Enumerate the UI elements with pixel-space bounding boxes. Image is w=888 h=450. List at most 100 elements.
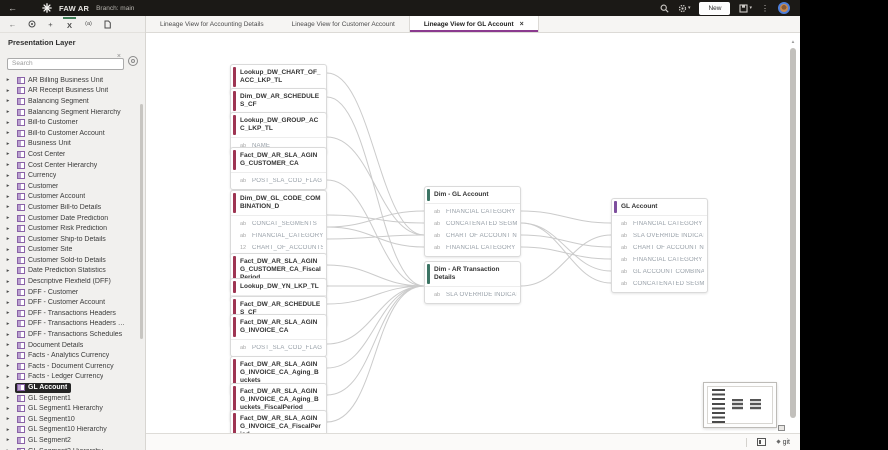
node-field[interactable]: ab FINANCIAL CATEGORY CODE xyxy=(425,242,520,254)
tree-item-pill[interactable]: GL Segment2 xyxy=(15,435,75,445)
tree-item[interactable]: ▸ Customer Risk Prediction xyxy=(4,223,145,234)
tree-item-pill[interactable]: GL Segment10 Hierarchy xyxy=(15,425,111,435)
expand-caret-icon[interactable]: ▸ xyxy=(4,279,12,285)
variables-icon[interactable]: (a) xyxy=(82,17,95,32)
add-icon[interactable]: + xyxy=(44,17,57,32)
expand-caret-icon[interactable]: ▸ xyxy=(4,427,12,433)
tree-item-pill[interactable]: GL Segment1 Hierarchy xyxy=(15,404,107,414)
expand-caret-icon[interactable]: ▸ xyxy=(4,98,12,104)
tree-item-pill[interactable]: Customer Risk Prediction xyxy=(15,224,111,234)
tree-item[interactable]: ▸ DFF - Transactions Schedules xyxy=(4,329,145,340)
tree-item[interactable]: ▸ GL Segment10 Hierarchy xyxy=(4,425,145,436)
tree-item-pill[interactable]: Customer xyxy=(15,181,62,191)
sidebar-scrollbar[interactable] xyxy=(140,104,143,339)
lineage-tab[interactable]: Lineage View for GL Account × xyxy=(408,16,539,32)
tree-item[interactable]: ▸ Date Prediction Statistics xyxy=(4,266,145,277)
tree-item[interactable]: ▸ Customer Ship-to Details xyxy=(4,234,145,245)
expand-caret-icon[interactable]: ▸ xyxy=(4,406,12,412)
tree-item-pill[interactable]: Customer Sold-to Details xyxy=(15,255,110,265)
expand-caret-icon[interactable]: ▸ xyxy=(4,173,12,179)
git-status[interactable]: ◆ git xyxy=(776,439,790,446)
expand-caret-icon[interactable]: ▸ xyxy=(4,363,12,369)
close-tab-icon[interactable]: × xyxy=(520,21,524,28)
tree-item[interactable]: ▸ Balancing Segment Hierarchy xyxy=(4,107,145,118)
tree-item-pill[interactable]: Facts - Analytics Currency xyxy=(15,351,113,361)
tree-item-pill[interactable]: AR Receipt Business Unit xyxy=(15,86,112,96)
tree-item[interactable]: ▸ GL Segment1 xyxy=(4,393,145,404)
node-field[interactable]: ab FINANCIAL CATEGORY CODE xyxy=(612,254,707,266)
tree-item[interactable]: ▸ DFF - Transactions Headers xyxy=(4,308,145,319)
tree-item[interactable]: ▸ Balancing Segment xyxy=(4,96,145,107)
tree-item-pill[interactable]: Descriptive Flexfield (DFF) xyxy=(15,277,115,287)
save-menu[interactable]: ▾ xyxy=(739,3,752,13)
expand-caret-icon[interactable]: ▸ xyxy=(4,247,12,253)
tree-item-pill[interactable]: Balancing Segment Hierarchy xyxy=(15,107,125,117)
expand-caret-icon[interactable]: ▸ xyxy=(4,226,12,232)
toggle-panel-icon[interactable] xyxy=(757,438,767,446)
tree-item[interactable]: ▸ GL Segment1 Hierarchy xyxy=(4,403,145,414)
expand-caret-icon[interactable]: ▸ xyxy=(4,162,12,168)
expand-caret-icon[interactable]: ▸ xyxy=(4,374,12,380)
expand-caret-icon[interactable]: ▸ xyxy=(4,289,12,295)
tree-item[interactable]: ▸ Business Unit xyxy=(4,139,145,150)
tree-item-pill[interactable]: GL Account xyxy=(15,382,72,393)
expand-caret-icon[interactable]: ▸ xyxy=(4,183,12,189)
tree-item-pill[interactable]: Bill-to Customer Account xyxy=(15,128,109,138)
expand-caret-icon[interactable]: ▸ xyxy=(4,332,12,338)
scrollbar-thumb[interactable] xyxy=(790,48,796,418)
back-icon[interactable]: ← xyxy=(8,3,17,13)
tree-item[interactable]: ▸ Facts - Document Currency xyxy=(4,361,145,372)
tree-item-pill[interactable]: Customer Account xyxy=(15,192,89,202)
new-button[interactable]: New xyxy=(699,1,731,15)
lineage-tab[interactable]: Lineage View for Customer Account × xyxy=(278,16,409,32)
expand-caret-icon[interactable]: ▸ xyxy=(4,88,12,94)
tree-item-pill[interactable]: DFF - Transactions Headers xyxy=(15,308,120,318)
connections-icon[interactable] xyxy=(25,17,38,32)
files-icon[interactable] xyxy=(101,17,114,32)
expand-caret-icon[interactable]: ▸ xyxy=(4,300,12,306)
tree-item[interactable]: ▸ Cost Center xyxy=(4,149,145,160)
expand-caret-icon[interactable]: ▸ xyxy=(4,141,12,147)
tree-item-pill[interactable]: Bill-to Customer xyxy=(15,118,82,128)
expand-caret-icon[interactable]: ▸ xyxy=(4,385,12,391)
tree-item-pill[interactable]: DFF - Customer xyxy=(15,287,82,297)
kebab-menu-icon[interactable]: ⋮ xyxy=(761,4,769,13)
node-field[interactable]: ab CONCATENATED SEGMENTS xyxy=(425,218,520,230)
lineage-tab[interactable]: Lineage View for Accounting Details × xyxy=(146,16,278,32)
minimap-toggle-icon[interactable] xyxy=(778,425,785,431)
physical-table-node[interactable]: Fact_DW_AR_SLA_AGING_INVOICE_CA ab POST_… xyxy=(230,314,327,357)
expand-caret-icon[interactable]: ▸ xyxy=(4,194,12,200)
tree-item[interactable]: ▸ Facts - Ledger Currency xyxy=(4,372,145,383)
tree-item[interactable]: ▸ GL Segment10 xyxy=(4,414,145,425)
tree-item[interactable]: ▸ Cost Center Hierarchy xyxy=(4,160,145,171)
expand-caret-icon[interactable]: ▸ xyxy=(4,310,12,316)
tree-item[interactable]: ▸ Document Details xyxy=(4,340,145,351)
node-field[interactable]: ab FINANCIAL CATEGORY NAME xyxy=(425,206,520,218)
node-field[interactable]: ab POST_SLA_COD_FLAG xyxy=(231,175,326,187)
logical-table-node[interactable]: Dim - GL Account ab FINANCIAL CATEGORY N… xyxy=(424,186,521,257)
tree-item[interactable]: ▸ Facts - Analytics Currency xyxy=(4,350,145,361)
node-field[interactable]: ab CHART OF ACCOUNT NAME xyxy=(425,230,520,242)
tree-item[interactable]: ▸ Bill-to Customer xyxy=(4,117,145,128)
node-field[interactable]: ab GL ACCOUNT COMBINATION xyxy=(612,266,707,278)
node-field[interactable]: ab CONCATENATED SEGMENTS xyxy=(612,278,707,290)
tree-item[interactable]: ▸ AR Receipt Business Unit xyxy=(4,86,145,97)
lineage-canvas[interactable]: Lookup_DW_CHART_OF_ACC_LKP_TL Dim_DW_AR_… xyxy=(146,33,800,433)
presentation-layer-tab-icon[interactable]: X xyxy=(63,16,76,32)
tree-item[interactable]: ▸ GL Segment2 xyxy=(4,435,145,446)
tree-item[interactable]: ▸ Customer Date Prediction xyxy=(4,213,145,224)
tree-item[interactable]: ▸ Currency xyxy=(4,170,145,181)
expand-caret-icon[interactable]: ▸ xyxy=(4,268,12,274)
tree-item-pill[interactable]: Currency xyxy=(15,171,60,181)
tree-item-pill[interactable]: DFF - Customer Account xyxy=(15,298,109,308)
tree-item[interactable]: ▸ DFF - Customer xyxy=(4,287,145,298)
expand-caret-icon[interactable]: ▸ xyxy=(4,395,12,401)
tree-item-pill[interactable]: GL Segment1 xyxy=(15,393,75,403)
tree-item-pill[interactable]: Facts - Document Currency xyxy=(15,361,118,371)
tree-item-pill[interactable]: Customer Bill-to Details xyxy=(15,202,105,212)
expand-caret-icon[interactable]: ▸ xyxy=(4,342,12,348)
tree-item-pill[interactable]: GL Segment10 xyxy=(15,414,79,424)
tree-item-pill[interactable]: Balancing Segment xyxy=(15,96,93,106)
node-field[interactable]: ab FINANCIAL CATEGORY NAME xyxy=(612,218,707,230)
physical-table-node[interactable]: Dim_DW_GL_CODE_COMBINATION_D ab CONCAT_S… xyxy=(230,190,327,257)
